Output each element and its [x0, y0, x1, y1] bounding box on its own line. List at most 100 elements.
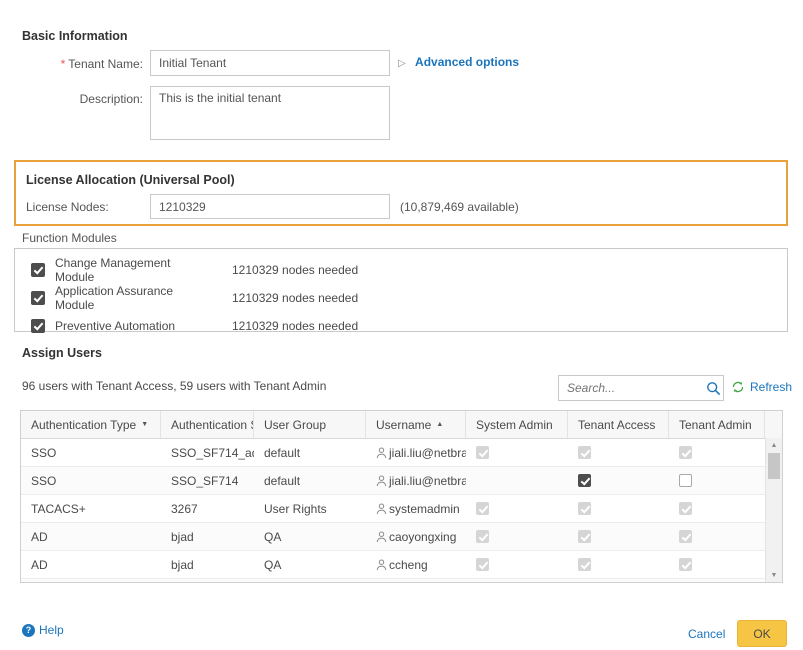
cell-user-group: QA	[254, 523, 366, 550]
system-admin-checkbox[interactable]	[476, 502, 489, 515]
cell-auth-type: SSO	[21, 467, 161, 494]
help-label: Help	[39, 623, 64, 637]
table-row[interactable]: AD bjad QA caoyongxing	[21, 523, 782, 551]
column-header-system-admin[interactable]: System Admin	[466, 411, 568, 438]
column-header-tenant-admin[interactable]: Tenant Admin	[669, 411, 765, 438]
cell-user-group: default	[254, 467, 366, 494]
cell-auth-server: bjad	[161, 579, 254, 583]
scroll-up-arrow-icon[interactable]: ▲	[766, 439, 782, 452]
table-row[interactable]: SSO SSO_SF714_admin default jiali.liu@ne…	[21, 439, 782, 467]
module-row-application-assurance: Application Assurance Module 1210329 nod…	[31, 284, 358, 312]
required-asterisk: *	[61, 57, 66, 71]
system-admin-checkbox[interactable]	[476, 558, 489, 571]
license-available-note: (10,879,469 available)	[400, 200, 519, 214]
table-row[interactable]: TACACS+ 3267 User Rights systemadmin	[21, 495, 782, 523]
tenant-admin-checkbox[interactable]	[679, 530, 692, 543]
license-allocation-section: License Allocation (Universal Pool) Lice…	[14, 160, 788, 226]
cell-auth-type: AD	[21, 551, 161, 578]
scrollbar-thumb[interactable]	[768, 453, 780, 479]
cell-user-group: default	[254, 439, 366, 466]
cell-auth-server: bjad	[161, 523, 254, 550]
license-allocation-title: License Allocation (Universal Pool)	[26, 173, 235, 187]
table-header-row: Authentication Type ▼ Authentication Se.…	[21, 411, 782, 439]
sort-desc-icon: ▼	[141, 421, 148, 428]
cell-auth-server: bjad	[161, 551, 254, 578]
description-label: Description:	[0, 92, 143, 106]
basic-information-title: Basic Information	[22, 29, 128, 43]
refresh-icon	[731, 380, 745, 394]
module-nodes-needed: 1210329 nodes needed	[232, 291, 358, 305]
cell-username: chengpu	[366, 579, 466, 583]
refresh-button[interactable]: Refresh	[731, 380, 792, 394]
cell-auth-type: AD	[21, 523, 161, 550]
assign-users-summary: 96 users with Tenant Access, 59 users wi…	[22, 379, 326, 393]
help-link[interactable]: ? Help	[22, 623, 64, 637]
license-nodes-input[interactable]	[150, 194, 390, 219]
cell-auth-type: TACACS+	[21, 495, 161, 522]
cell-username: caoyongxing	[366, 523, 466, 550]
table-row[interactable]: AD bjad QA ccheng	[21, 551, 782, 579]
tenant-access-checkbox[interactable]	[578, 530, 591, 543]
module-checkbox[interactable]	[31, 291, 45, 305]
tenant-admin-checkbox[interactable]	[679, 474, 692, 487]
module-checkbox[interactable]	[31, 263, 45, 277]
cell-auth-server: SSO_SF714	[161, 467, 254, 494]
module-checkbox[interactable]	[31, 319, 45, 333]
module-nodes-needed: 1210329 nodes needed	[232, 319, 358, 333]
tenant-edit-dialog: Basic Information *Tenant Name: ▷ Advanc…	[0, 0, 803, 650]
column-header-tenant-access[interactable]: Tenant Access	[568, 411, 669, 438]
tenant-access-checkbox[interactable]	[578, 474, 591, 487]
table-row[interactable]: SSO SSO_SF714 default jiali.liu@netbrai.…	[21, 467, 782, 495]
cell-username: jiali.liu@netbrai...	[366, 467, 466, 494]
function-modules-title: Function Modules	[22, 231, 117, 245]
column-header-user-group[interactable]: User Group	[254, 411, 366, 438]
tenant-access-checkbox[interactable]	[578, 558, 591, 571]
cell-auth-type: AD	[21, 579, 161, 583]
tenant-access-checkbox[interactable]	[578, 446, 591, 459]
cell-username: jiali.liu@netbrai...	[366, 439, 466, 466]
tenant-admin-checkbox[interactable]	[679, 502, 692, 515]
cell-username: systemadmin	[366, 495, 466, 522]
system-admin-checkbox[interactable]	[476, 530, 489, 543]
cell-username: ccheng	[366, 551, 466, 578]
module-label: Application Assurance Module	[55, 284, 210, 312]
column-header-username[interactable]: Username ▲	[366, 411, 466, 438]
module-label: Change Management Module	[55, 256, 210, 284]
module-label: Preventive Automation	[55, 319, 210, 333]
column-header-authentication-type[interactable]: Authentication Type ▼	[21, 411, 161, 438]
tenant-name-label: *Tenant Name:	[0, 57, 143, 71]
table-body: SSO SSO_SF714_admin default jiali.liu@ne…	[21, 439, 782, 583]
user-icon	[376, 503, 387, 515]
table-scrollbar[interactable]: ▲ ▼	[765, 438, 782, 583]
cell-auth-server: SSO_SF714_admin	[161, 439, 254, 466]
header-scrollbar-spacer	[765, 411, 781, 438]
assign-users-title: Assign Users	[22, 346, 102, 360]
advanced-options-link[interactable]: ▷ Advanced options	[398, 55, 519, 69]
description-input[interactable]: This is the initial tenant	[150, 86, 390, 140]
cell-auth-server: 3267	[161, 495, 254, 522]
cell-auth-type: SSO	[21, 439, 161, 466]
advanced-options-label: Advanced options	[415, 55, 519, 69]
user-icon	[376, 447, 387, 459]
user-search-box	[558, 375, 724, 401]
ok-button[interactable]: OK	[737, 620, 787, 647]
column-header-authentication-server[interactable]: Authentication Se...	[161, 411, 254, 438]
tenant-admin-checkbox[interactable]	[679, 446, 692, 459]
tenant-name-input[interactable]	[150, 50, 390, 76]
expand-arrow-icon: ▷	[398, 58, 406, 69]
user-icon	[376, 531, 387, 543]
scroll-down-arrow-icon[interactable]: ▼	[766, 569, 782, 582]
sort-asc-icon: ▲	[436, 421, 443, 428]
tenant-access-checkbox[interactable]	[578, 502, 591, 515]
refresh-label: Refresh	[750, 380, 792, 394]
cell-user-group: User Rights	[254, 495, 366, 522]
table-row[interactable]: AD bjad QA chengpu	[21, 579, 782, 583]
system-admin-checkbox[interactable]	[476, 446, 489, 459]
search-input[interactable]	[559, 376, 703, 400]
user-icon	[376, 559, 387, 571]
cancel-button[interactable]: Cancel	[688, 627, 725, 641]
cell-user-group: QA	[254, 579, 366, 583]
search-icon[interactable]	[703, 381, 723, 396]
tenant-admin-checkbox[interactable]	[679, 558, 692, 571]
license-nodes-label: License Nodes:	[26, 200, 109, 214]
